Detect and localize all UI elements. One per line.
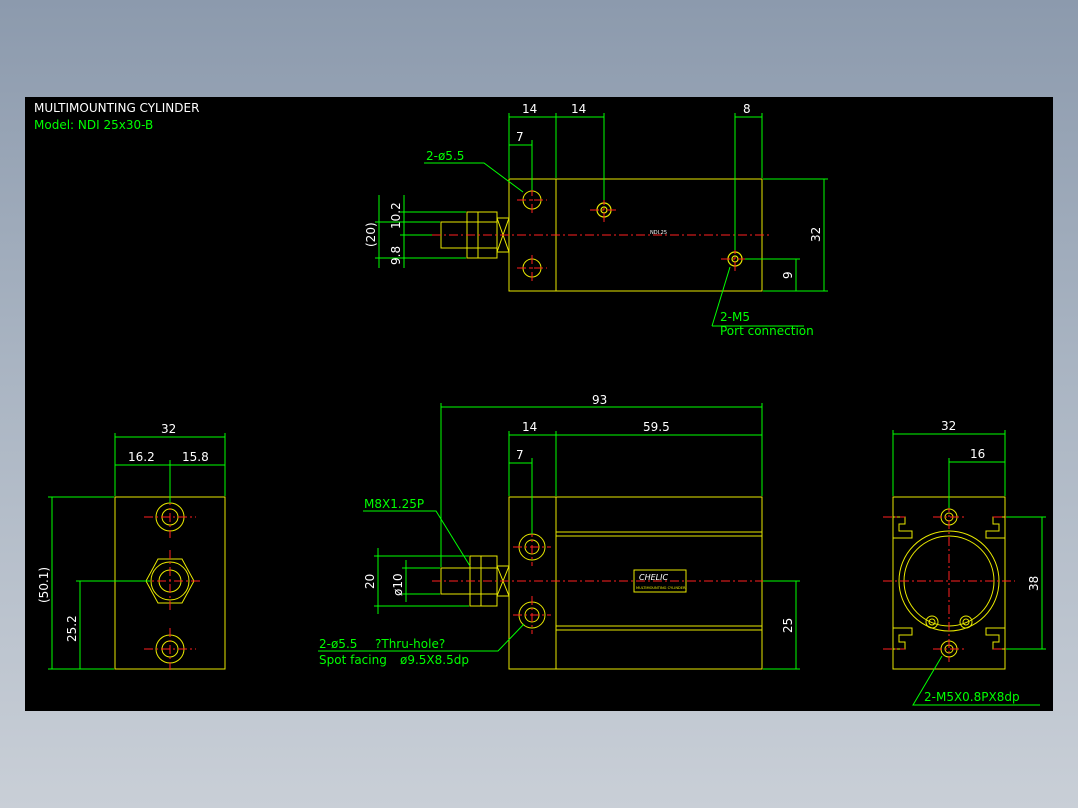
label-brand: CHELIC	[639, 573, 668, 582]
callout-right-thread: 2-M5X0.8PX8dp	[924, 690, 1020, 704]
dim-top-20: (20)	[364, 222, 378, 247]
dim-right-32: 32	[941, 419, 956, 433]
dim-top-9-8: 9.8	[389, 246, 403, 265]
callout-top-port: 2-M5	[720, 310, 750, 324]
label-text: MULTIMOUNTING CYLINDER	[636, 586, 686, 590]
callout-top-port-sub: Port connection	[720, 324, 814, 338]
dim-front-59-5: 59.5	[643, 420, 670, 434]
front-view: CHELIC MULTIMOUNTING CYLINDER 93 14 59.5…	[318, 393, 800, 670]
left-view-body	[114, 496, 226, 670]
dim-front-14: 14	[522, 420, 537, 434]
drawing-model: Model: NDI 25x30-B	[34, 118, 153, 132]
dim-left-25-2: 25.2	[65, 615, 79, 642]
dim-top-14b: 14	[571, 102, 586, 116]
dim-left-16-2: 16.2	[128, 450, 155, 464]
dim-top-7: 7	[516, 130, 524, 144]
dim-left-15-8: 15.8	[182, 450, 209, 464]
dim-left-32: 32	[161, 422, 176, 436]
dim-top-8: 8	[743, 102, 751, 116]
dim-front-93: 93	[592, 393, 607, 407]
dim-top-10-2: 10.2	[389, 202, 403, 229]
dim-top-9: 9	[781, 271, 795, 279]
drawing-title: MULTIMOUNTING CYLINDER	[34, 101, 199, 115]
dim-right-38: 38	[1027, 576, 1041, 591]
callout-front-spot-size: ø9.5X8.5dp	[400, 653, 469, 667]
right-view: 32 16 38 2-M5X0.8PX8dp	[883, 419, 1046, 706]
front-view-body	[508, 496, 763, 670]
drawing-canvas: MULTIMOUNTING CYLINDER Model: NDI 25x30-…	[25, 97, 1053, 711]
callout-front-thread: M8X1.25P	[364, 497, 424, 511]
dim-front-25: 25	[781, 618, 795, 633]
dim-right-16: 16	[970, 447, 985, 461]
dim-top-32: 32	[809, 227, 823, 242]
dim-front-rod: ø10	[391, 573, 405, 596]
callout-front-hole: 2-ø5.5	[319, 637, 357, 651]
dim-left-50-1: (50.1)	[37, 567, 51, 603]
callout-top-hole: 2-ø5.5	[426, 149, 464, 163]
top-view: NDI.25 14 14 7 8 32 9 (20) 10.2 9.8 2-ø5…	[364, 102, 828, 338]
body-marking: NDI.25	[650, 230, 667, 236]
callout-front-spot: Spot facing	[319, 653, 387, 667]
dim-front-20: 20	[363, 574, 377, 589]
callout-front-hole-note: ?Thru-hole?	[375, 637, 445, 651]
dim-top-14a: 14	[522, 102, 537, 116]
dim-front-7: 7	[516, 448, 524, 462]
left-view: 32 16.2 15.8 (50.1) 25.2	[37, 422, 226, 670]
